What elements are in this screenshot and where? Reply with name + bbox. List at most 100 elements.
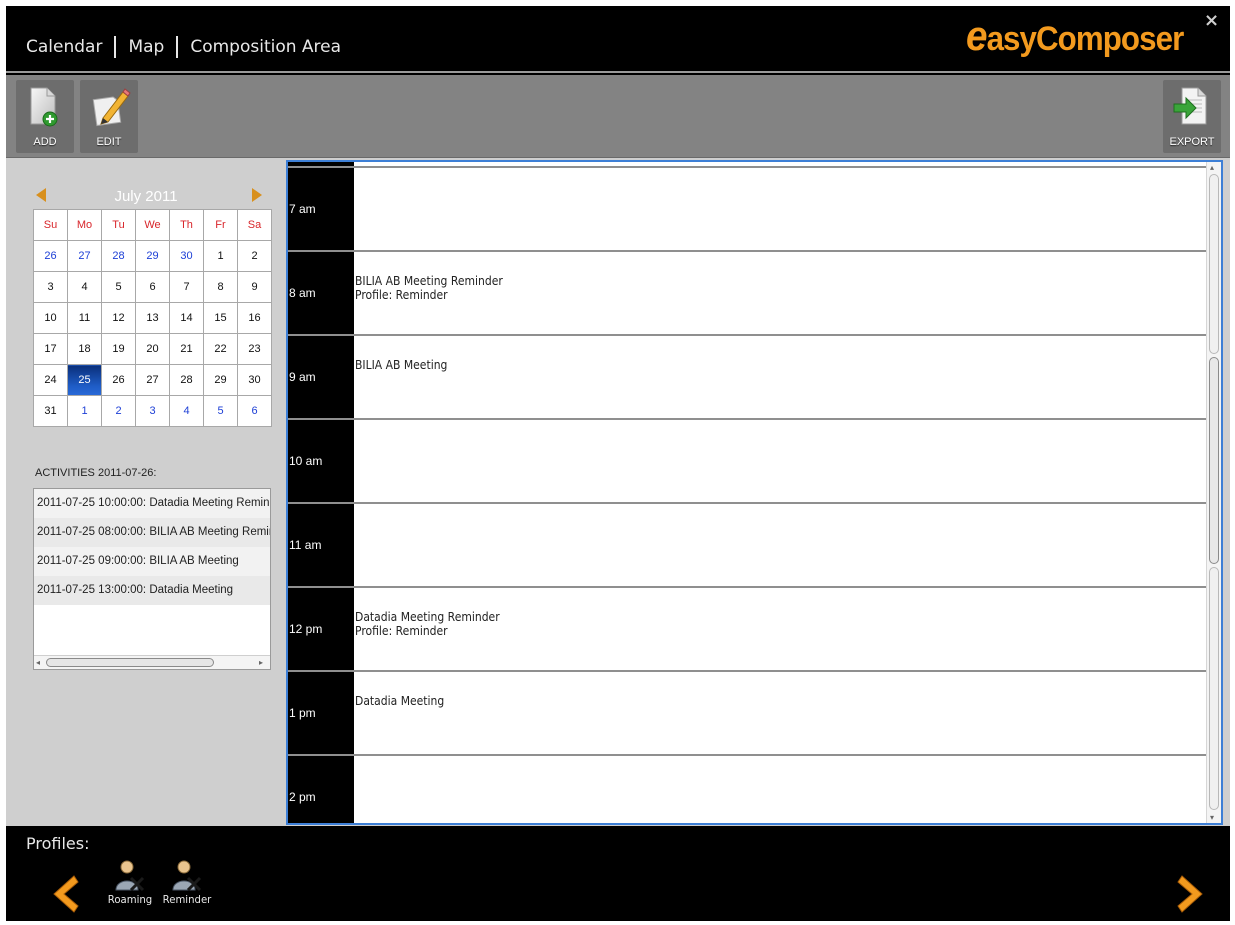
calendar-day[interactable]: 20 <box>135 333 170 365</box>
calendar-day-selected[interactable]: 25 <box>67 364 102 396</box>
activities-horizontal-scrollbar[interactable]: ◂ ▸ <box>34 655 270 669</box>
calendar-day[interactable]: 4 <box>67 271 102 303</box>
month-calendar: Su Mo Tu We Th Fr Sa 26 27 28 29 30 1 2 3 4 5 6 7 8 9 10 11 12 1… <box>33 209 272 427</box>
calendar-day[interactable]: 26 <box>101 364 136 396</box>
schedule-vertical-scrollbar[interactable]: ▴ ▾ <box>1206 162 1221 823</box>
calendar-day[interactable]: 19 <box>101 333 136 365</box>
calendar-day[interactable]: 12 <box>101 302 136 334</box>
activities-list[interactable]: 2011-07-25 10:00:00: Datadia Meeting Rem… <box>33 488 271 670</box>
calendar-day[interactable]: 9 <box>237 271 272 303</box>
calendar-day[interactable]: 2 <box>237 240 272 272</box>
calendar-day[interactable]: 17 <box>33 333 68 365</box>
calendar-day[interactable]: 5 <box>101 271 136 303</box>
profile-user-icon <box>115 860 145 892</box>
time-slot-area[interactable] <box>354 756 1208 823</box>
time-slot-area[interactable] <box>354 420 1208 502</box>
calendar-event[interactable]: Datadia Meeting <box>355 694 444 708</box>
profile-reminder[interactable]: Reminder <box>157 858 217 906</box>
nav-map[interactable]: Map <box>128 37 164 57</box>
calendar-day[interactable]: 24 <box>33 364 68 396</box>
calendar-day[interactable]: 18 <box>67 333 102 365</box>
calendar-event[interactable]: Datadia Meeting Reminder Profile: Reminde… <box>355 610 500 638</box>
calendar-day[interactable]: 8 <box>203 271 238 303</box>
weekday-header: We <box>135 209 170 241</box>
nav-composition-area[interactable]: Composition Area <box>190 37 341 57</box>
next-month-arrow-icon[interactable] <box>252 188 262 202</box>
profile-roaming[interactable]: Roaming <box>100 858 160 906</box>
close-button[interactable]: × <box>1204 10 1219 31</box>
scrollbar-track[interactable] <box>1209 174 1219 354</box>
calendar-day[interactable]: 21 <box>169 333 204 365</box>
activity-item[interactable]: 2011-07-25 08:00:00: BILIA AB Meeting Re… <box>34 518 270 547</box>
calendar-day[interactable]: 30 <box>169 240 204 272</box>
calendar-day[interactable]: 28 <box>101 240 136 272</box>
calendar-day[interactable]: 27 <box>67 240 102 272</box>
time-slot-area[interactable]: BILIA AB Meeting <box>354 336 1208 418</box>
add-button[interactable]: ADD <box>16 80 74 153</box>
activity-item[interactable]: 2011-07-25 09:00:00: BILIA AB Meeting <box>34 547 270 576</box>
nav-calendar[interactable]: Calendar <box>26 37 102 57</box>
time-slot-area[interactable]: Datadia Meeting <box>354 672 1208 754</box>
calendar-day[interactable]: 26 <box>33 240 68 272</box>
activity-item[interactable]: 2011-07-25 13:00:00: Datadia Meeting <box>34 576 270 605</box>
time-slot-area[interactable]: Datadia Meeting Reminder Profile: Reminde… <box>354 588 1208 670</box>
prev-month-arrow-icon[interactable] <box>36 188 46 202</box>
calendar-day[interactable]: 6 <box>237 395 272 427</box>
weekday-header: Th <box>169 209 204 241</box>
scroll-down-arrow-icon[interactable]: ▾ <box>1210 813 1218 822</box>
calendar-day[interactable]: 2 <box>101 395 136 427</box>
calendar-day[interactable]: 15 <box>203 302 238 334</box>
time-label: 1 pm <box>288 672 354 754</box>
time-slot: 7 am <box>288 166 1208 250</box>
calendar-day[interactable]: 10 <box>33 302 68 334</box>
calendar-day[interactable]: 31 <box>33 395 68 427</box>
previous-profiles-arrow-icon[interactable] <box>48 874 80 914</box>
scroll-right-arrow-icon[interactable]: ▸ <box>259 658 267 667</box>
logo-initial: e <box>966 12 988 59</box>
time-slot: 10 am <box>288 418 1208 502</box>
calendar-day[interactable]: 27 <box>135 364 170 396</box>
calendar-day[interactable]: 1 <box>203 240 238 272</box>
calendar-day[interactable]: 16 <box>237 302 272 334</box>
calendar-event[interactable]: BILIA AB Meeting Reminder Profile: Remind… <box>355 274 503 302</box>
scroll-left-arrow-icon[interactable]: ◂ <box>36 658 44 667</box>
day-schedule-panel: 7 am 8 am BILIA AB Meeting Reminder Profile… <box>284 158 1230 826</box>
calendar-day[interactable]: 5 <box>203 395 238 427</box>
calendar-day[interactable]: 6 <box>135 271 170 303</box>
time-slot-area[interactable]: BILIA AB Meeting Reminder Profile: Remind… <box>354 252 1208 334</box>
calendar-day[interactable]: 1 <box>67 395 102 427</box>
scrollbar-thumb[interactable] <box>1209 357 1219 564</box>
calendar-day[interactable]: 28 <box>169 364 204 396</box>
calendar-event[interactable]: BILIA AB Meeting <box>355 358 447 372</box>
scrollbar-thumb[interactable] <box>46 658 214 667</box>
calendar-day[interactable]: 7 <box>169 271 204 303</box>
left-panel: July 2011 Su Mo Tu We Th Fr Sa 26 27 28 29 30 1 2 3 4 5 6… <box>6 158 284 826</box>
calendar-day[interactable]: 29 <box>203 364 238 396</box>
profile-name: Reminder <box>162 893 212 906</box>
month-navigator: July 2011 <box>36 184 266 206</box>
calendar-day[interactable]: 13 <box>135 302 170 334</box>
time-slot-area[interactable] <box>354 504 1208 586</box>
export-button[interactable]: EXPORT <box>1163 80 1221 153</box>
header-bar: Calendar Map Composition Area easyCompos… <box>6 6 1230 73</box>
edit-button[interactable]: EDIT <box>80 80 138 153</box>
time-slot: 8 am BILIA AB Meeting Reminder Profile: Re… <box>288 250 1208 334</box>
edit-pencil-icon <box>92 88 131 127</box>
calendar-day[interactable]: 4 <box>169 395 204 427</box>
activity-item[interactable]: 2011-07-25 10:00:00: Datadia Meeting Rem… <box>34 489 270 518</box>
calendar-day[interactable]: 30 <box>237 364 272 396</box>
calendar-day[interactable]: 29 <box>135 240 170 272</box>
calendar-day[interactable]: 23 <box>237 333 272 365</box>
scrollbar-track[interactable] <box>1209 567 1219 810</box>
calendar-day[interactable]: 11 <box>67 302 102 334</box>
profile-name: Roaming <box>107 893 153 906</box>
calendar-day[interactable]: 22 <box>203 333 238 365</box>
calendar-day[interactable]: 3 <box>33 271 68 303</box>
calendar-day[interactable]: 3 <box>135 395 170 427</box>
next-profiles-arrow-icon[interactable] <box>1176 874 1208 914</box>
scroll-up-arrow-icon[interactable]: ▴ <box>1210 163 1218 172</box>
activities-empty-space <box>34 605 270 638</box>
time-slot: 9 am BILIA AB Meeting <box>288 334 1208 418</box>
time-slot-area[interactable] <box>354 168 1208 250</box>
calendar-day[interactable]: 14 <box>169 302 204 334</box>
